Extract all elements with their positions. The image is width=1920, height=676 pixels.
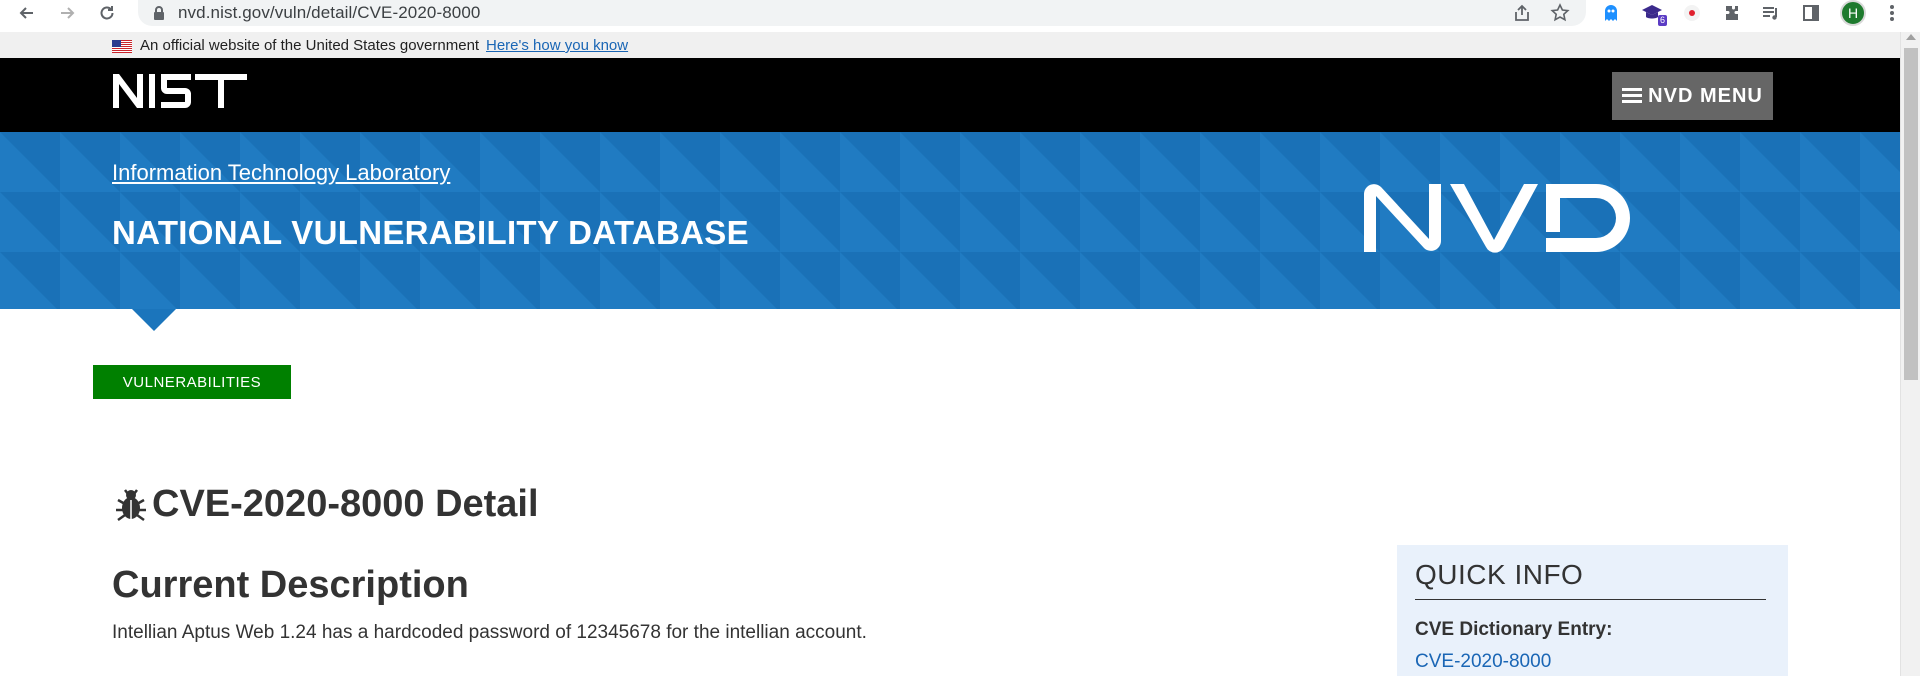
nvd-menu-button[interactable]: NVD MENU [1612,72,1773,120]
bug-icon [116,488,146,521]
ghost-extension-icon[interactable] [1600,2,1622,24]
nvd-menu-label: NVD MENU [1648,84,1763,107]
page-scrollbar[interactable] [1900,32,1920,676]
nist-logo[interactable] [111,72,251,110]
lock-icon[interactable] [152,5,166,21]
kebab-menu-icon[interactable] [1881,2,1903,24]
itl-link[interactable]: Information Technology Laboratory [112,160,450,186]
forward-icon[interactable] [54,0,80,26]
nvd-site-title[interactable]: NATIONAL VULNERABILITY DATABASE [112,214,749,252]
url-text[interactable]: nvd.nist.gov/vuln/detail/CVE-2020-8000 [178,3,480,23]
nvd-banner: Information Technology Laboratory NATION… [0,132,1900,309]
scroll-thumb[interactable] [1904,48,1918,380]
page-title-text: CVE-2020-8000 Detail [152,483,539,525]
puzzle-extensions-icon[interactable] [1721,2,1743,24]
nist-header: NVD MENU [0,58,1900,132]
vuln-description: Intellian Aptus Web 1.24 has a hardcoded… [112,622,867,643]
graduation-extension-icon[interactable]: 6 [1641,2,1667,26]
share-icon[interactable] [1512,3,1532,23]
star-icon[interactable] [1550,3,1570,23]
reload-icon[interactable] [94,0,120,26]
banner-pointer [132,309,176,331]
section-title-current-description: Current Description [112,564,469,606]
cve-dictionary-label: CVE Dictionary Entry: [1415,619,1613,640]
profile-avatar[interactable]: H [1840,0,1866,26]
record-extension-icon[interactable] [1681,2,1703,24]
address-bar[interactable]: nvd.nist.gov/vuln/detail/CVE-2020-8000 [138,0,1586,26]
hamburger-icon [1622,88,1643,104]
quick-info-title: QUICK INFO [1415,559,1584,590]
media-queue-icon[interactable] [1760,2,1782,24]
us-flag-icon [112,40,132,53]
scroll-up-arrow-icon[interactable] [1906,34,1916,40]
nvd-logo[interactable] [1360,180,1632,255]
gov-banner: An official website of the United States… [0,32,1900,58]
page-title: CVE-2020-8000 Detail [112,483,539,526]
heres-how-you-know-link[interactable]: Here's how you know [486,37,628,54]
quick-info-divider [1415,599,1766,600]
quick-info-panel: QUICK INFO CVE Dictionary Entry: CVE-202… [1397,545,1788,676]
gov-banner-text: An official website of the United States… [140,37,480,54]
tab-vulnerabilities[interactable]: VULNERABILITIES [93,365,291,399]
extension-badge: 6 [1657,15,1667,26]
back-icon[interactable] [14,0,40,26]
browser-toolbar: nvd.nist.gov/vuln/detail/CVE-2020-8000 6… [0,0,1920,28]
cve-dictionary-link[interactable]: CVE-2020-8000 [1415,651,1551,673]
side-panel-icon[interactable] [1800,2,1822,24]
